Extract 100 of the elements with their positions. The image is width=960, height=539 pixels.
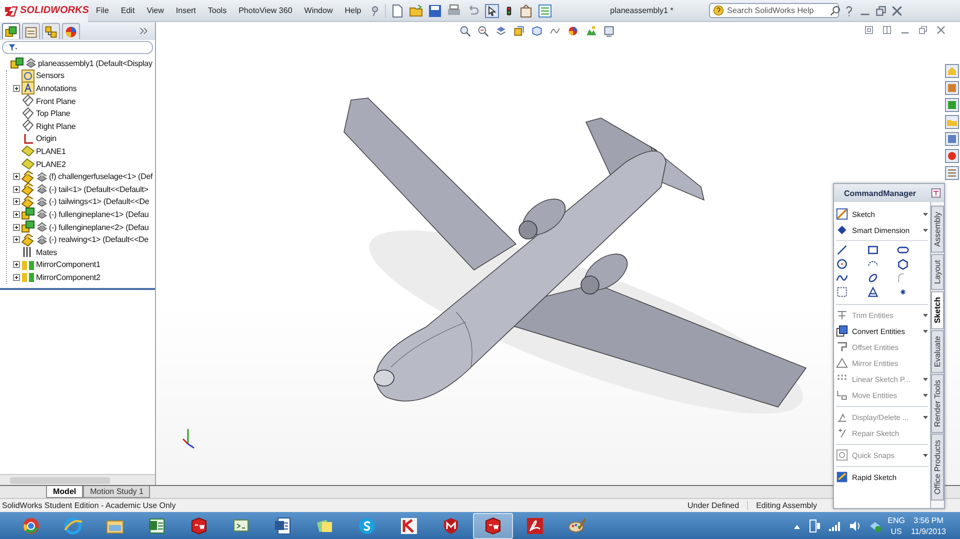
library-pane-icon[interactable]: [945, 81, 959, 95]
menu-item[interactable]: Window: [300, 6, 337, 15]
expand-icon[interactable]: [13, 210, 20, 218]
save-icon[interactable]: [428, 4, 442, 18]
panel-tab[interactable]: [42, 23, 60, 39]
menu-item[interactable]: View: [142, 6, 168, 15]
panel-tab[interactable]: [62, 23, 80, 39]
tree-item[interactable]: Annotations: [36, 84, 77, 93]
split-view-icon[interactable]: [882, 25, 892, 35]
sketch-tool-icon[interactable]: [866, 286, 879, 298]
scrollbar-thumb[interactable]: [10, 476, 110, 484]
appearance-pane-icon[interactable]: [945, 149, 959, 163]
taskbar-button[interactable]: [473, 513, 513, 539]
new-document-icon[interactable]: [390, 4, 404, 18]
cloud-sync-icon[interactable]: [868, 519, 882, 533]
menu-item[interactable]: File: [92, 6, 113, 15]
options-icon[interactable]: [519, 4, 534, 18]
cad-app-icon[interactable]: [189, 516, 209, 536]
tree-item[interactable]: MirrorComponent1: [36, 260, 100, 270]
device-icon[interactable]: [808, 519, 822, 533]
round-browser-icon[interactable]: [21, 516, 41, 536]
panel-tab[interactable]: [2, 23, 20, 39]
caret-icon[interactable]: [923, 212, 928, 216]
zoom-area-icon[interactable]: [477, 25, 489, 37]
menu-item[interactable]: Help: [340, 6, 366, 15]
search-field[interactable]: Search SolidWorks Help: [709, 3, 840, 18]
palette-pane-icon[interactable]: [945, 132, 959, 146]
expand-icon[interactable]: [13, 173, 20, 180]
tree-item[interactable]: Top Plane: [36, 109, 70, 118]
menu-item[interactable]: Tools: [204, 6, 231, 15]
sketch-tool-icon[interactable]: [897, 258, 910, 270]
view-settings-icon[interactable]: [603, 25, 615, 37]
view-tab[interactable]: Model: [46, 486, 84, 498]
cad-app-icon[interactable]: [483, 516, 503, 536]
view-tab[interactable]: Motion Study 1: [83, 486, 150, 498]
select-pointer-icon[interactable]: [485, 4, 500, 18]
sketch-tool-icon[interactable]: [836, 286, 848, 298]
folder-pane-icon[interactable]: [945, 115, 959, 129]
pin-panel-icon[interactable]: [931, 188, 941, 198]
tree-item[interactable]: Sensors: [36, 71, 64, 80]
language-indicator[interactable]: ENG US: [888, 515, 905, 537]
open-folder-icon[interactable]: [409, 4, 424, 18]
ribbon-tab[interactable]: Office Products: [931, 434, 944, 501]
menu-item[interactable]: PhotoView 360: [234, 6, 296, 15]
tree-item[interactable]: PLANE1: [36, 146, 66, 156]
scene-icon[interactable]: [585, 25, 597, 37]
tree-item[interactable]: (-) realwing<1> (Default<<De: [49, 235, 148, 244]
expand-icon[interactable]: [13, 261, 20, 268]
expand-icon[interactable]: [13, 274, 20, 281]
ribbon-tab[interactable]: Sketch: [931, 290, 944, 329]
menu-item[interactable]: Edit: [116, 6, 139, 15]
expand-icon[interactable]: [13, 186, 20, 193]
sketch-tool-icon[interactable]: [866, 272, 879, 284]
restore-icon[interactable]: [875, 4, 888, 16]
toolbox-pane-icon[interactable]: [945, 98, 959, 112]
document-icon[interactable]: [273, 516, 293, 536]
expand-icon[interactable]: [13, 198, 20, 206]
ribbon-tab[interactable]: Assembly: [931, 206, 944, 253]
expand-icon[interactable]: [13, 84, 20, 92]
list-icon[interactable]: [538, 4, 552, 18]
tree-item[interactable]: Mates: [36, 248, 58, 257]
spreadsheet-icon[interactable]: [147, 516, 167, 536]
ribbon-tab[interactable]: Evaluate: [931, 330, 944, 374]
previous-view-icon[interactable]: [495, 25, 507, 37]
panel-tab[interactable]: [22, 23, 40, 39]
clock[interactable]: 3:56 PM 11/9/2013: [911, 515, 946, 537]
volume-icon[interactable]: [848, 519, 862, 533]
sketch-tool-icon[interactable]: [836, 244, 848, 256]
expand-panel-icon[interactable]: [139, 26, 149, 36]
signal-icon[interactable]: [828, 519, 842, 533]
ribbon-tab[interactable]: Layout: [931, 254, 944, 290]
close-icon[interactable]: [936, 25, 946, 35]
view-orientation-icon[interactable]: [531, 25, 543, 37]
expand-icon[interactable]: [13, 236, 20, 244]
browser-icon[interactable]: [63, 516, 83, 536]
menu-item[interactable]: Insert: [172, 6, 200, 15]
tree-item[interactable]: (-) tail<1> (Default<<Default>: [49, 184, 148, 194]
properties-pane-icon[interactable]: [945, 166, 959, 180]
section-view-icon[interactable]: [513, 25, 525, 37]
home-pane-icon[interactable]: [945, 64, 959, 78]
sketch-tool-icon[interactable]: [836, 258, 848, 270]
filter-field[interactable]: [2, 41, 153, 54]
sketch-tool-icon[interactable]: [866, 244, 879, 256]
print-icon[interactable]: [447, 4, 462, 18]
pdf-icon[interactable]: [525, 516, 545, 536]
caret-icon[interactable]: [923, 228, 928, 232]
tree-item[interactable]: Front Plane: [36, 96, 76, 106]
shield-icon[interactable]: [441, 516, 461, 536]
tree-item[interactable]: (f) challengerfuselage<1> (Def: [49, 172, 153, 182]
caret-icon[interactable]: [923, 330, 928, 332]
ribbon-tab[interactable]: Render Tools: [931, 374, 944, 434]
tree-item[interactable]: PLANE2: [36, 160, 66, 169]
chat-app-icon[interactable]: [357, 516, 377, 536]
expand-icon[interactable]: [13, 224, 20, 231]
zoom-fit-icon[interactable]: [459, 25, 471, 37]
tree-item[interactable]: Right Plane: [36, 122, 76, 131]
tile-view-icon[interactable]: [864, 25, 874, 35]
tree-item[interactable]: (-) fullengineplane<2> (Defau: [49, 222, 149, 232]
tree-item[interactable]: MirrorComponent2: [36, 272, 100, 282]
antivirus-icon[interactable]: [399, 516, 419, 536]
